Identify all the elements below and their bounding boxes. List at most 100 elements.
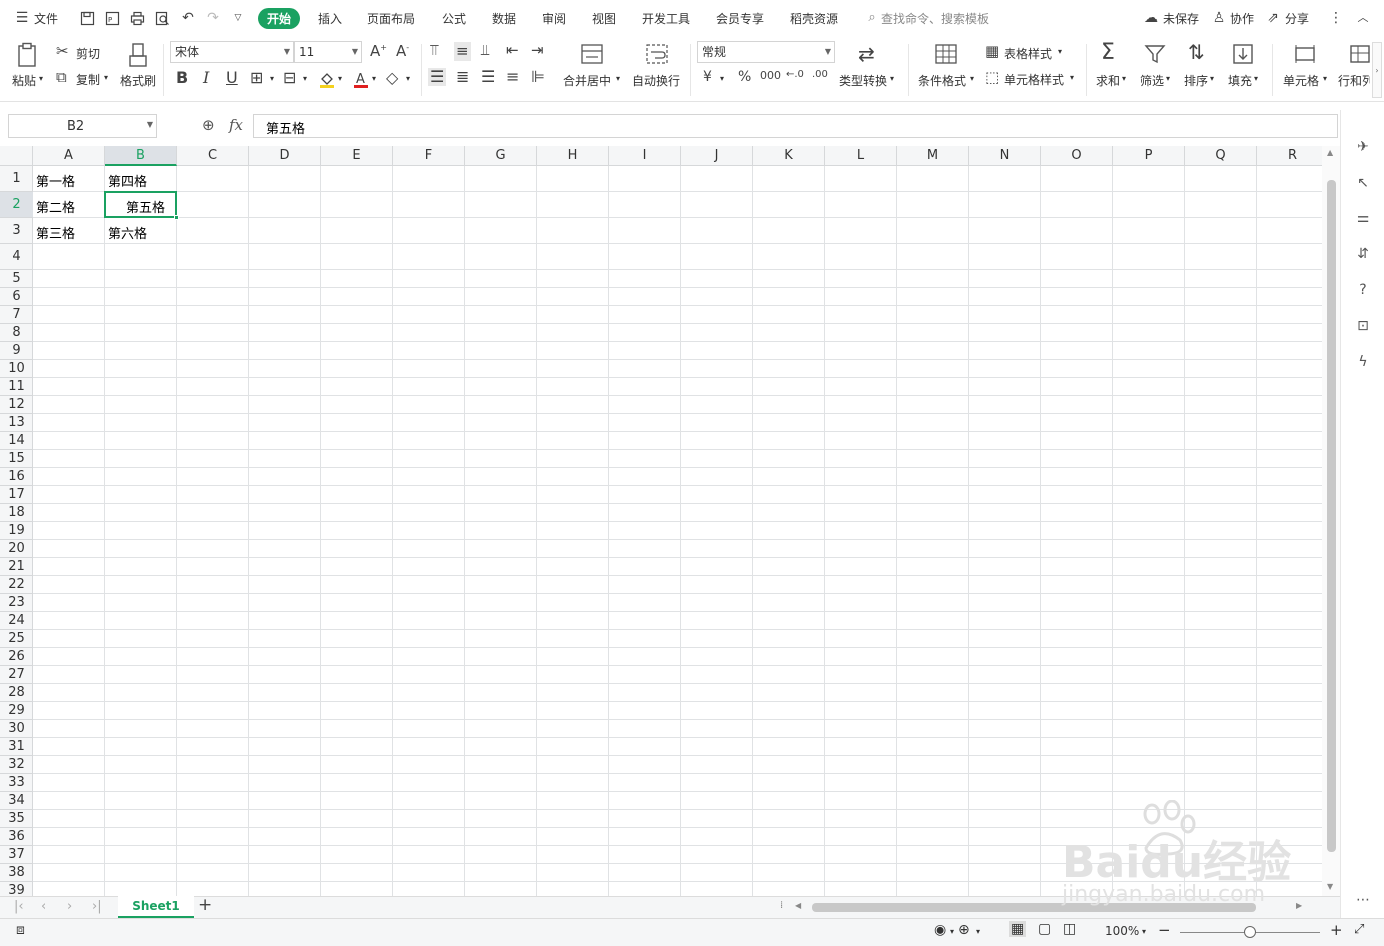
row-header-30[interactable]: 30 (0, 720, 33, 738)
page-break-view-icon[interactable]: ◫ (1063, 921, 1076, 937)
row-header-2[interactable]: 2 (0, 192, 33, 218)
copy-button[interactable]: 复制 (76, 71, 100, 88)
tab-formula[interactable]: 公式 (442, 10, 466, 27)
filter-icon[interactable] (1144, 43, 1166, 65)
format-painter-button[interactable]: 格式刷 (120, 72, 156, 89)
scroll-right-icon[interactable]: ▶ (1296, 901, 1302, 910)
row-header-17[interactable]: 17 (0, 486, 33, 504)
tab-home[interactable]: 开始 (258, 8, 301, 29)
sliders-icon[interactable]: ⚌ (1353, 208, 1373, 228)
zoom-out-icon[interactable]: − (1158, 921, 1171, 939)
row-header-18[interactable]: 18 (0, 504, 33, 522)
print-preview-icon[interactable] (155, 11, 170, 26)
name-box[interactable]: B2 ▼ (8, 114, 157, 138)
active-cell-selection[interactable] (104, 191, 177, 218)
row-header-35[interactable]: 35 (0, 810, 33, 828)
wrap-text-button[interactable]: 自动换行 (632, 72, 680, 89)
increase-font-icon[interactable]: A+ (370, 44, 387, 59)
row-header-22[interactable]: 22 (0, 576, 33, 594)
eye-protection-icon[interactable]: ◉ (934, 922, 946, 938)
tab-view[interactable]: 视图 (592, 10, 616, 27)
table-style-button[interactable]: 表格样式 (1004, 45, 1052, 62)
hscroll-split-icon[interactable]: ⁞ (780, 900, 783, 911)
merge-center-button[interactable]: 合并居中 (563, 72, 611, 89)
column-header-l[interactable]: L (825, 146, 897, 166)
thousands-separator-icon[interactable]: 000 (760, 70, 781, 81)
pattern-dropdown-icon[interactable]: ▾ (303, 74, 307, 83)
filter-dropdown-icon[interactable]: ▾ (1166, 74, 1170, 83)
column-header-e[interactable]: E (321, 146, 393, 166)
row-header-23[interactable]: 23 (0, 594, 33, 612)
row-header-36[interactable]: 36 (0, 828, 33, 846)
font-name-select[interactable]: 宋体 ▼ (170, 41, 294, 63)
align-bottom-icon[interactable]: ⫫ (481, 43, 489, 58)
cell-b3[interactable]: 第六格 (108, 223, 147, 242)
fullscreen-icon[interactable]: ⤢ (1354, 922, 1364, 937)
column-header-p[interactable]: P (1113, 146, 1185, 166)
cell-icon[interactable] (1293, 43, 1317, 65)
currency-dropdown-icon[interactable]: ▾ (720, 74, 724, 83)
row-header-1[interactable]: 1 (0, 166, 33, 192)
lightning-icon[interactable]: ϟ (1353, 352, 1373, 372)
border-dropdown-icon[interactable]: ▾ (270, 74, 274, 83)
tab-page-layout[interactable]: 页面布局 (367, 10, 415, 27)
fill-color-dropdown-icon[interactable]: ▾ (338, 74, 342, 83)
currency-icon[interactable]: ¥ (703, 70, 712, 84)
decrease-indent-icon[interactable]: ⇤ (506, 43, 519, 58)
align-center-icon[interactable]: ≣ (456, 69, 469, 85)
undo-icon[interactable]: ↶ (180, 10, 196, 26)
read-mode-dropdown-icon[interactable]: ▾ (976, 927, 980, 936)
row-header-26[interactable]: 26 (0, 648, 33, 666)
sum-icon[interactable]: Σ (1101, 42, 1115, 64)
underline-icon[interactable]: U (226, 70, 238, 86)
zoom-level[interactable]: 100% (1105, 924, 1139, 938)
tab-developer[interactable]: 开发工具 (642, 10, 690, 27)
sum-button[interactable]: 求和 (1096, 72, 1120, 89)
row-header-15[interactable]: 15 (0, 450, 33, 468)
cell-dropdown-icon[interactable]: ▾ (1323, 74, 1327, 83)
row-header-19[interactable]: 19 (0, 522, 33, 540)
share-button[interactable]: 分享 (1285, 10, 1309, 27)
save-icon[interactable] (80, 11, 95, 26)
cell-a2[interactable]: 第二格 (36, 197, 75, 216)
column-header-i[interactable]: I (609, 146, 681, 166)
formula-input[interactable]: 第五格 (253, 114, 1338, 138)
row-col-icon[interactable] (1348, 43, 1372, 65)
bold-icon[interactable]: B (176, 70, 188, 86)
collab-button[interactable]: 协作 (1230, 10, 1254, 27)
tab-data[interactable]: 数据 (492, 10, 516, 27)
cell-style-button[interactable]: 单元格样式 (1004, 71, 1064, 88)
split-icon[interactable]: ⇵ (1353, 244, 1373, 264)
row-header-39[interactable]: 39 (0, 882, 33, 896)
select-all-corner[interactable] (0, 146, 33, 166)
fill-color-icon[interactable] (318, 70, 336, 88)
row-header-25[interactable]: 25 (0, 630, 33, 648)
type-convert-button[interactable]: 类型转换 (839, 72, 887, 89)
hamburger-menu-icon[interactable]: ☰ (14, 10, 30, 26)
row-header-5[interactable]: 5 (0, 270, 33, 288)
clear-format-icon[interactable]: ◇ (386, 70, 398, 86)
read-mode-icon[interactable]: ⊕ (958, 922, 970, 938)
row-header-13[interactable]: 13 (0, 414, 33, 432)
page-layout-view-icon[interactable]: ▢ (1038, 921, 1051, 937)
scroll-down-icon[interactable]: ▼ (1327, 882, 1333, 891)
row-header-34[interactable]: 34 (0, 792, 33, 810)
fill-button[interactable]: 填充 (1228, 72, 1252, 89)
font-color-dropdown-icon[interactable]: ▾ (372, 74, 376, 83)
chevron-down-icon[interactable]: ▼ (147, 120, 153, 129)
decrease-decimal-icon[interactable]: .00 (812, 70, 828, 80)
row-header-7[interactable]: 7 (0, 306, 33, 324)
command-search[interactable]: 查找命令、搜索模板 (881, 10, 989, 27)
macro-record-icon[interactable]: ⧈ (16, 922, 25, 938)
distributed-align-icon[interactable]: ⊫ (531, 69, 545, 85)
backup-icon[interactable]: ⊡ (1353, 316, 1373, 336)
tab-member[interactable]: 会员专享 (716, 10, 764, 27)
row-header-20[interactable]: 20 (0, 540, 33, 558)
column-header-j[interactable]: J (681, 146, 753, 166)
row-header-3[interactable]: 3 (0, 218, 33, 244)
font-color-icon[interactable]: A (352, 70, 370, 88)
justify-icon[interactable]: ≡ (506, 69, 519, 85)
last-sheet-icon[interactable]: ›| (92, 899, 102, 914)
add-sheet-button[interactable]: + (198, 895, 212, 915)
decrease-font-icon[interactable]: A- (396, 44, 409, 59)
